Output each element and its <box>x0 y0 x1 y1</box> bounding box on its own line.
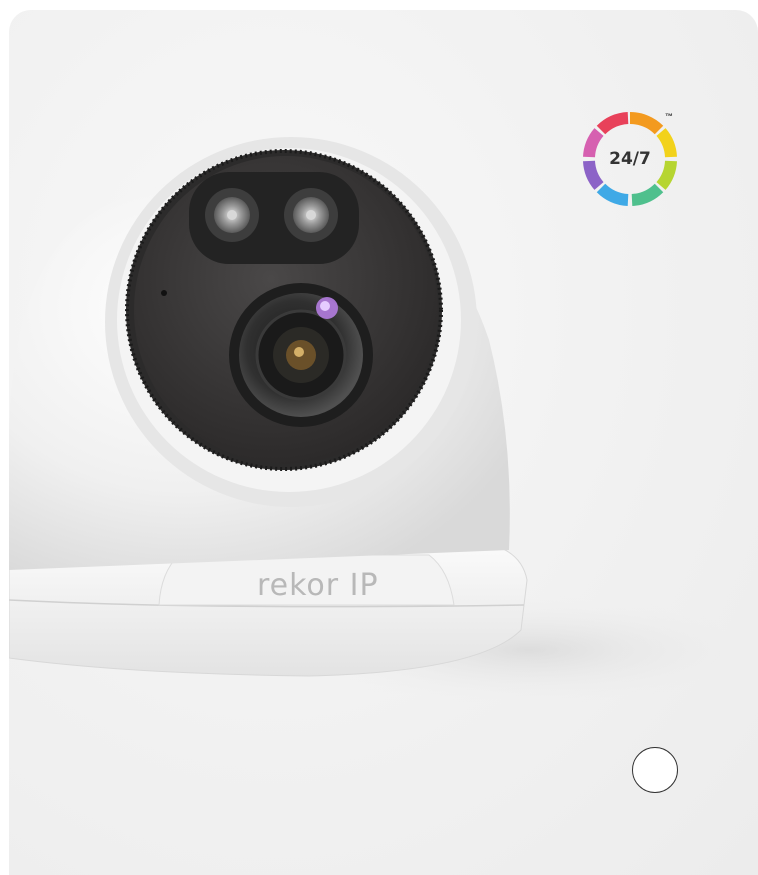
trademark-symbol: ™ <box>665 112 673 121</box>
24-7-badge: 24/7 ™ <box>575 104 685 214</box>
image-carousel-dot[interactable] <box>632 747 678 793</box>
product-image-card: rekor IP 24/7 ™ <box>9 10 758 875</box>
svg-text:rekor IP: rekor IP <box>257 568 379 603</box>
